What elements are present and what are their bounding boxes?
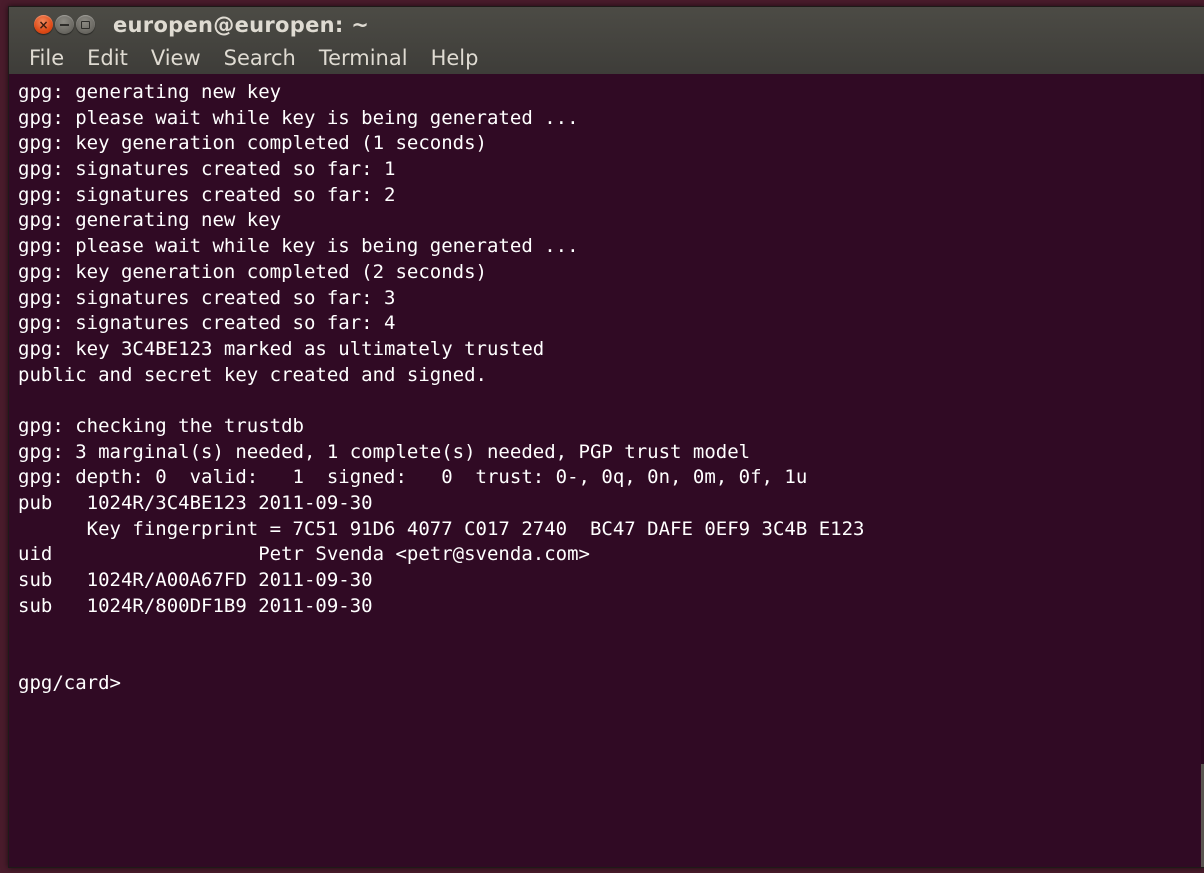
menu-file[interactable]: File [29, 46, 64, 70]
terminal-line: gpg: key 3C4BE123 marked as ultimately t… [18, 337, 545, 360]
menu-help[interactable]: Help [431, 46, 479, 70]
terminal-line: gpg: 3 marginal(s) needed, 1 complete(s)… [18, 440, 751, 463]
terminal-line: uid Petr Svenda <petr@svenda.com> [18, 543, 590, 566]
terminal-line: gpg: signatures created so far: 2 [18, 183, 396, 206]
close-icon: × [38, 17, 49, 32]
window-title: europen@europen: ~ [113, 12, 370, 37]
terminal-line: gpg: please wait while key is being gene… [18, 235, 579, 258]
terminal-line: public and secret key created and signed… [18, 363, 487, 386]
terminal-line: gpg: signatures created so far: 3 [18, 286, 396, 309]
maximize-icon [81, 20, 90, 29]
terminal-line: gpg: signatures created so far: 1 [18, 158, 396, 181]
terminal-line: gpg: checking the trustdb [18, 414, 304, 437]
menu-bar: File Edit View Search Terminal Help [9, 42, 1204, 74]
terminal-prompt[interactable]: gpg/card> [18, 671, 1204, 697]
menu-search[interactable]: Search [224, 46, 296, 70]
menu-edit[interactable]: Edit [87, 46, 128, 70]
terminal-line: pub 1024R/3C4BE123 2011-09-30 [18, 492, 373, 514]
terminal-line: sub 1024R/A00A67FD 2011-09-30 [18, 569, 373, 592]
menu-view[interactable]: View [151, 46, 201, 70]
terminal-line: gpg: key generation completed (1 seconds… [18, 132, 487, 155]
minimize-button[interactable] [55, 15, 74, 34]
terminal-line: gpg: depth: 0 valid: 1 signed: 0 trust: … [18, 466, 808, 489]
terminal-line: gpg: generating new key [18, 81, 282, 103]
terminal-line: gpg: signatures created so far: 4 [18, 312, 396, 335]
terminal-line: gpg: please wait while key is being gene… [18, 106, 579, 129]
title-bar[interactable]: × europen@europen: ~ File Edit View Sear… [9, 7, 1204, 74]
terminal-line: sub 1024R/800DF1B9 2011-09-30 [18, 594, 373, 617]
window-controls: × [34, 15, 95, 34]
terminal-line: gpg: key generation completed (2 seconds… [18, 260, 487, 283]
terminal-output[interactable]: gpg: generating new key gpg: please wait… [9, 74, 1204, 867]
menu-terminal[interactable]: Terminal [319, 46, 408, 70]
terminal-window: × europen@europen: ~ File Edit View Sear… [8, 6, 1204, 868]
terminal-line: gpg: generating new key [18, 209, 282, 232]
title-row: × europen@europen: ~ [9, 7, 1204, 42]
minimize-icon [60, 23, 69, 26]
close-button[interactable]: × [34, 15, 53, 34]
terminal-line: Key fingerprint = 7C51 91D6 4077 C017 27… [18, 517, 865, 540]
maximize-button[interactable] [76, 15, 95, 34]
